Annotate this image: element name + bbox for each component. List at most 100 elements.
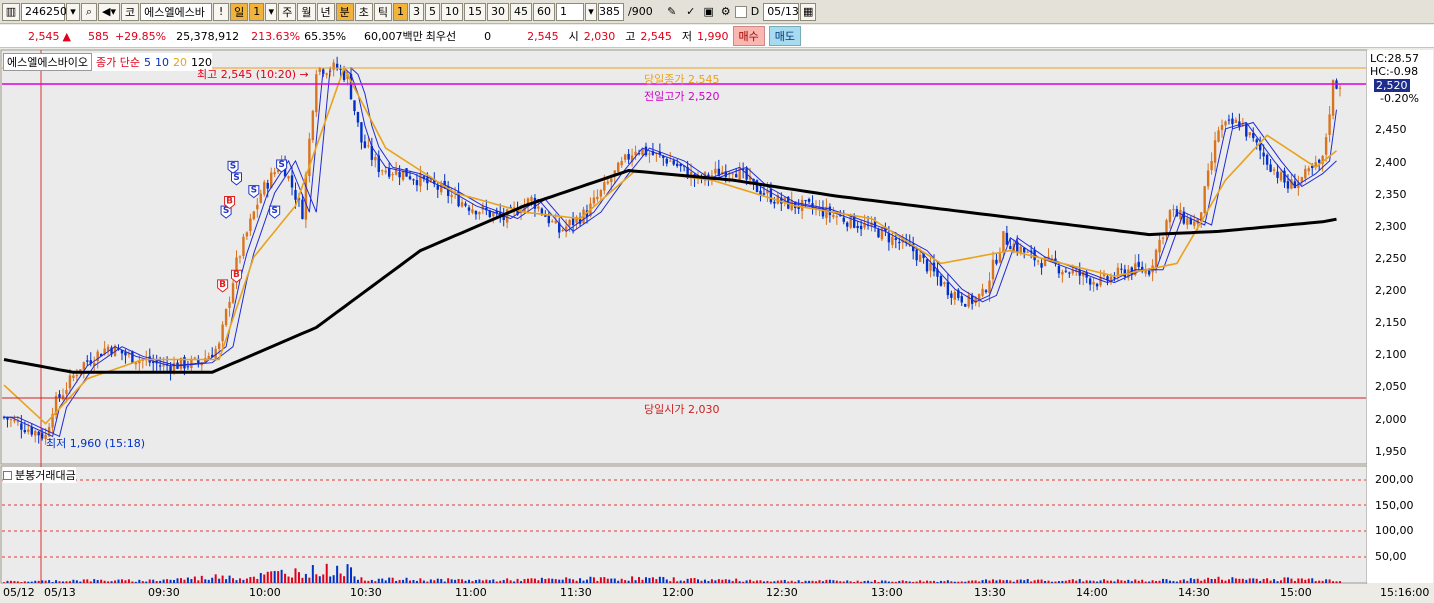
volume-bar [291, 577, 294, 583]
stock-code-input[interactable]: 246250 [21, 2, 67, 21]
period-dropdown-icon[interactable]: ▾ [265, 2, 278, 21]
interval-dropdown-icon[interactable]: ▾ [585, 2, 597, 21]
volume-bar [1200, 580, 1203, 583]
volume-bar [745, 580, 748, 583]
volume-bar [676, 581, 679, 583]
volume-bar [1325, 579, 1328, 583]
volume-bar [273, 570, 276, 583]
code-dropdown-icon[interactable]: ▾ [66, 2, 80, 21]
volume-bar [114, 580, 117, 583]
volume-bar [280, 569, 283, 583]
volume-bar [367, 580, 370, 583]
candle-body [13, 419, 16, 422]
date-input[interactable]: 05/13 [763, 2, 800, 21]
volume-bar [1307, 578, 1310, 583]
volume-panel-label: 분봉거래대금 [15, 469, 76, 482]
period-month-button[interactable]: 월 [297, 2, 316, 21]
volume-bar [238, 578, 241, 583]
count-input[interactable]: 385 [598, 2, 624, 21]
interval-15-button[interactable]: 15 [464, 2, 486, 21]
volume-bar [599, 577, 602, 583]
interval-input[interactable]: 1 [556, 2, 584, 21]
interval-30-button[interactable]: 30 [487, 2, 509, 21]
buy-button[interactable]: 매수 [732, 26, 765, 46]
calendar-icon[interactable]: ▦ [800, 2, 817, 21]
candle-body [256, 204, 259, 210]
candle-body [1158, 239, 1161, 253]
volume-bar [884, 580, 887, 583]
volume-bar [204, 579, 207, 583]
period-tick-button[interactable]: 틱 [373, 2, 392, 21]
volume-bar [1016, 579, 1019, 583]
period-day-num[interactable]: 1 [249, 2, 265, 21]
volume-bar [1106, 580, 1109, 583]
alert-button[interactable]: ! [213, 2, 230, 21]
candle-body [450, 194, 453, 197]
candle-body [387, 168, 391, 177]
current-price-box: 2,520 [1374, 79, 1410, 92]
volume-bar [343, 576, 346, 583]
volume-bar [1273, 579, 1276, 583]
date-checkbox[interactable] [734, 5, 747, 18]
volume-value: 25,378,912 [176, 29, 240, 43]
market-button[interactable]: 코 [121, 2, 140, 21]
volume-bar [405, 577, 408, 583]
volume-bar [651, 577, 654, 583]
price-chart[interactable]: SSSSSSBBB [0, 48, 1434, 603]
candle-body [991, 259, 995, 280]
sell-button[interactable]: 매도 [768, 26, 802, 46]
chart-icon[interactable]: ▥ [2, 2, 20, 21]
interval-45-button[interactable]: 45 [510, 2, 532, 21]
check-icon[interactable]: ✓ [682, 3, 700, 21]
tools-icon[interactable]: ✎ [663, 3, 681, 21]
save-icon[interactable]: ▣ [701, 3, 717, 21]
volume-bar [1332, 581, 1335, 583]
volume-bar [360, 577, 363, 583]
volume-bar [631, 576, 634, 583]
period-second-button[interactable]: 초 [354, 2, 373, 21]
volume-bar [1207, 577, 1210, 583]
interval-60-button[interactable]: 60 [533, 2, 555, 21]
volume-bar [23, 581, 26, 583]
x-tick: 11:00 [455, 586, 487, 599]
interval-5-button[interactable]: 5 [425, 2, 440, 21]
interval-10-button[interactable]: 10 [441, 2, 463, 21]
high-marker-label: 최고 2,545 (10:20) [197, 68, 297, 81]
speaker-icon[interactable]: ◀▾ [98, 2, 120, 21]
volume-bar [759, 580, 762, 583]
candle-body [228, 301, 231, 308]
candle-body [856, 225, 859, 229]
y-tick: 2,050 [1375, 380, 1407, 393]
candle-body [1019, 246, 1022, 253]
volume-bar [1172, 581, 1175, 583]
settings-icon[interactable]: ⚙ [718, 3, 734, 21]
volume-bar [613, 578, 616, 583]
candle-body [710, 175, 714, 177]
volume-bar [9, 580, 12, 583]
vol-tick: 150,00 [1375, 499, 1414, 512]
volume-bar [13, 581, 16, 583]
candle-body [1168, 210, 1172, 223]
x-tick: 13:00 [871, 586, 903, 599]
volume-bar [991, 579, 994, 583]
search-icon[interactable]: ⌕ [81, 2, 97, 21]
volume-bar [707, 581, 710, 583]
volume-bar [638, 577, 641, 583]
volume-bar [235, 580, 238, 583]
period-minute-button[interactable]: 분 [335, 2, 354, 21]
volume-bar [30, 581, 33, 583]
volume-bar [1262, 578, 1265, 583]
volume-bar [634, 580, 637, 583]
interval-1-button[interactable]: 1 [393, 2, 408, 21]
period-week-button[interactable]: 주 [278, 2, 297, 21]
candle-body [943, 282, 946, 285]
low-label: 저 [681, 30, 693, 43]
candle-body [714, 168, 717, 174]
period-day-button[interactable]: 일 [230, 2, 249, 21]
period-year-button[interactable]: 년 [316, 2, 335, 21]
volume-panel-icon [3, 470, 12, 480]
interval-3-button[interactable]: 3 [409, 2, 424, 21]
volume-bar [422, 580, 425, 583]
volume-bar [1231, 577, 1234, 583]
volume-bar [700, 580, 703, 583]
